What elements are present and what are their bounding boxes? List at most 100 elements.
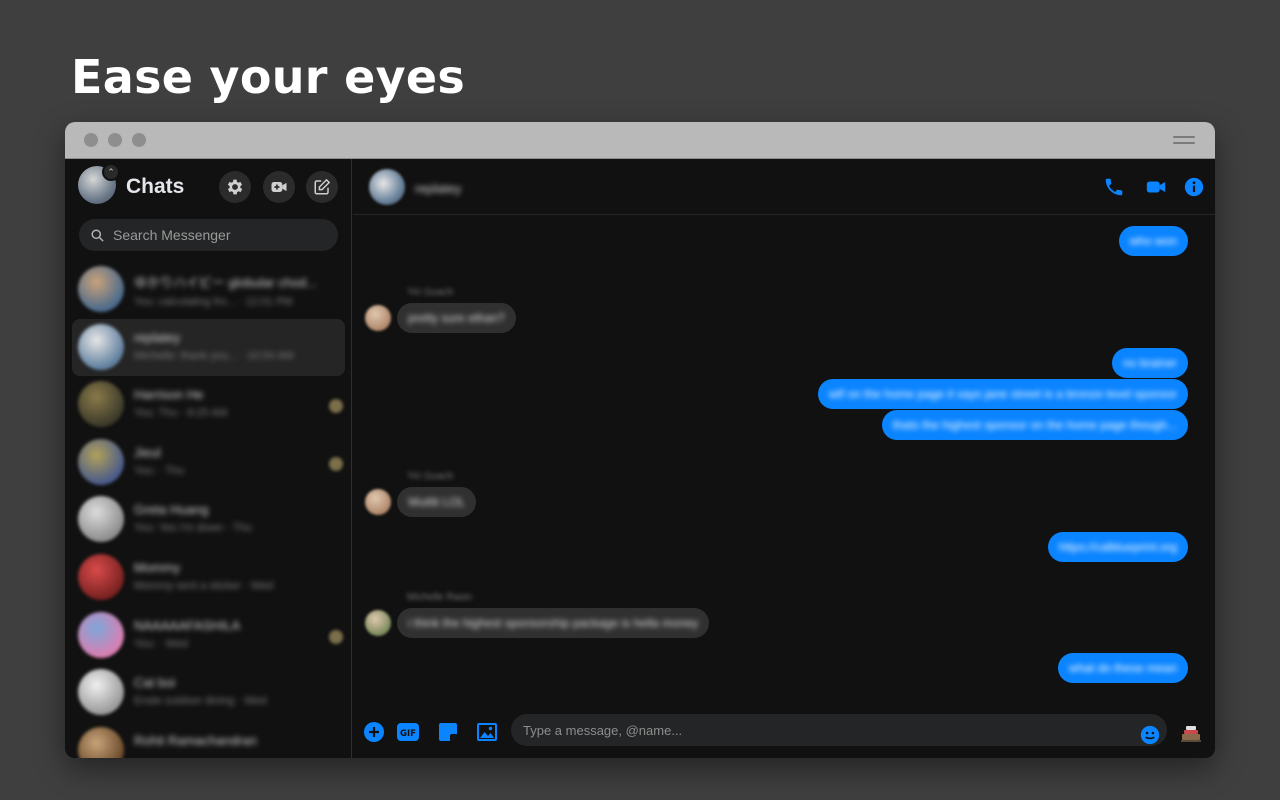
- chat-preview: ゆかりハイビー globular chod... You: calculating…: [134, 272, 324, 308]
- sender-name: Yiri Guach: [407, 287, 454, 298]
- chat-preview: Cat boi Ensle outdoor dining · Wed: [134, 675, 324, 707]
- chat-list-item[interactable]: Rohit Ramachandran: [72, 722, 345, 758]
- search-bar[interactable]: [79, 219, 338, 251]
- outgoing-message[interactable]: thats the highest sponsor on the home pa…: [881, 410, 1188, 440]
- window-zoom-button[interactable]: [132, 133, 146, 147]
- chat-list: ゆかりハイビー globular chod... You: calculating…: [65, 261, 352, 758]
- chat-name: NAAAAAFASHILA: [134, 617, 241, 633]
- svg-text:GIF: GIF: [400, 729, 416, 739]
- chat-preview: replatey Michelle: thank you... · 10:54 A…: [134, 330, 324, 362]
- chat-preview: Harrison He You: Thu · 8:25 AM: [134, 387, 324, 419]
- app-window: ⌃ Chats ゆかりハイビ: [65, 122, 1215, 758]
- message-text: what do these mean: [1068, 661, 1177, 675]
- chat-name: Rohit Ramachandran: [134, 732, 257, 748]
- avatar[interactable]: [365, 489, 391, 515]
- outgoing-message[interactable]: no brainer: [1111, 348, 1188, 378]
- avatar: [78, 669, 124, 716]
- message-input[interactable]: [511, 714, 1167, 746]
- chat-name: Harrison He: [134, 387, 204, 403]
- headline: Ease your eyes: [71, 50, 466, 104]
- sticker-icon[interactable]: [436, 720, 460, 744]
- outgoing-message[interactable]: https://calblueprint.org: [1047, 532, 1188, 562]
- chat-name: Mommy: [134, 559, 181, 575]
- seen-avatar-icon: [329, 456, 343, 471]
- chat-list-item[interactable]: Greta Huang You: Yes I'm down · Thu: [72, 491, 345, 549]
- plus-circle-icon[interactable]: [362, 720, 386, 744]
- chat-list-item[interactable]: ゆかりハイビー globular chod... You: calculating…: [72, 261, 345, 319]
- seen-avatar-icon: [329, 629, 343, 644]
- chat-snippet: Mommy sent a sticker · Wed: [134, 579, 274, 592]
- sidebar: ⌃ Chats ゆかりハイビ: [65, 159, 352, 758]
- chat-list-item[interactable]: replatey Michelle: thank you... · 10:54 A…: [72, 318, 345, 377]
- chat-preview: Jieul You: · Thu: [134, 445, 324, 477]
- gif-icon[interactable]: GIF: [396, 720, 420, 744]
- video-plus-icon: [271, 182, 287, 192]
- search-input[interactable]: [113, 227, 323, 243]
- avatar: [78, 611, 124, 658]
- chat-snippet: You: Yes I'm down · Thu: [134, 522, 252, 535]
- avatar: [78, 266, 124, 312]
- message-list: who won Yiri Guach pretty sure ethan? no br…: [353, 216, 1215, 716]
- outgoing-message[interactable]: wtf on the home page it says jane street…: [817, 379, 1188, 409]
- info-icon[interactable]: [1183, 176, 1205, 198]
- chat-list-item[interactable]: NAAAAAFASHILA You: · Wed: [72, 607, 345, 665]
- incoming-message[interactable]: pretty sure ethan?: [397, 303, 516, 333]
- conversation-header: replatey: [353, 159, 1215, 215]
- message-text: no brainer: [1122, 356, 1177, 370]
- emoji-icon[interactable]: [1139, 724, 1161, 746]
- chat-preview: Rohit Ramachandran: [134, 733, 324, 753]
- messenger-badge-icon: ⌃: [102, 163, 120, 181]
- chat-snippet: You: calculating fro... · 12:01 PM: [134, 296, 293, 308]
- phone-icon[interactable]: [1103, 176, 1125, 198]
- incoming-message[interactable]: i think the highest sponsorship package …: [397, 608, 710, 638]
- avatar: [78, 381, 124, 428]
- compose-button[interactable]: [306, 171, 338, 203]
- conversation-pane: replatey who won Yiri Guach pretty sure et…: [353, 159, 1215, 758]
- composer: GIF: [353, 708, 1215, 758]
- title-bar: [65, 122, 1215, 159]
- incoming-message[interactable]: Wutttt LOL: [397, 487, 477, 517]
- avatar[interactable]: [365, 305, 391, 331]
- chat-snippet: You: · Wed: [134, 637, 188, 650]
- chat-snippet: Ensle outdoor dining · Wed: [134, 695, 267, 708]
- window-close-button[interactable]: [84, 133, 98, 147]
- image-icon[interactable]: [475, 720, 499, 744]
- message-text: Wutttt LOL: [408, 495, 466, 509]
- avatar[interactable]: [365, 610, 391, 636]
- chat-name: replatey: [134, 329, 181, 345]
- chat-snippet: You: · Thu: [134, 464, 185, 477]
- chat-list-item[interactable]: Harrison He You: Thu · 8:25 AM: [72, 376, 345, 434]
- conversation-name[interactable]: replatey: [415, 181, 461, 196]
- message-text: thats the highest sponsor on the home pa…: [892, 418, 1177, 432]
- avatar: [78, 726, 124, 758]
- avatar: [78, 323, 124, 370]
- new-room-button[interactable]: [263, 171, 295, 203]
- message-text: i think the highest sponsorship package …: [408, 616, 699, 630]
- message-text: who won: [1129, 234, 1177, 248]
- menu-icon[interactable]: [1173, 136, 1195, 146]
- outgoing-message[interactable]: who won: [1118, 226, 1188, 256]
- chat-preview: Mommy Mommy sent a sticker · Wed: [134, 560, 324, 592]
- chat-list-item[interactable]: Mommy Mommy sent a sticker · Wed: [72, 549, 345, 607]
- chat-list-item[interactable]: Jieul You: · Thu: [72, 434, 345, 492]
- chat-name: Cat boi: [134, 675, 176, 691]
- window-minimize-button[interactable]: [108, 133, 122, 147]
- sender-name: Michelle Rasin: [407, 592, 473, 603]
- chat-preview: NAAAAAFASHILA You: · Wed: [134, 618, 324, 650]
- compose-icon: [314, 178, 331, 195]
- sender-name: Yiri Guach: [407, 471, 454, 482]
- video-icon[interactable]: [1145, 176, 1167, 198]
- avatar[interactable]: [369, 169, 405, 205]
- message-text: https://calblueprint.org: [1058, 540, 1177, 554]
- avatar: [78, 438, 124, 485]
- gear-icon: [227, 179, 243, 195]
- avatar: [78, 553, 124, 600]
- quick-reaction-icon[interactable]: [1179, 721, 1203, 745]
- chat-list-item[interactable]: Cat boi Ensle outdoor dining · Wed: [72, 664, 345, 722]
- search-icon: [91, 228, 104, 242]
- chat-name: Jieul: [134, 444, 161, 460]
- chat-snippet: Michelle: thank you... · 10:54 AM: [134, 349, 294, 362]
- outgoing-message[interactable]: what do these mean: [1057, 653, 1188, 683]
- chat-preview: Greta Huang You: Yes I'm down · Thu: [134, 502, 324, 534]
- settings-button[interactable]: [219, 171, 251, 203]
